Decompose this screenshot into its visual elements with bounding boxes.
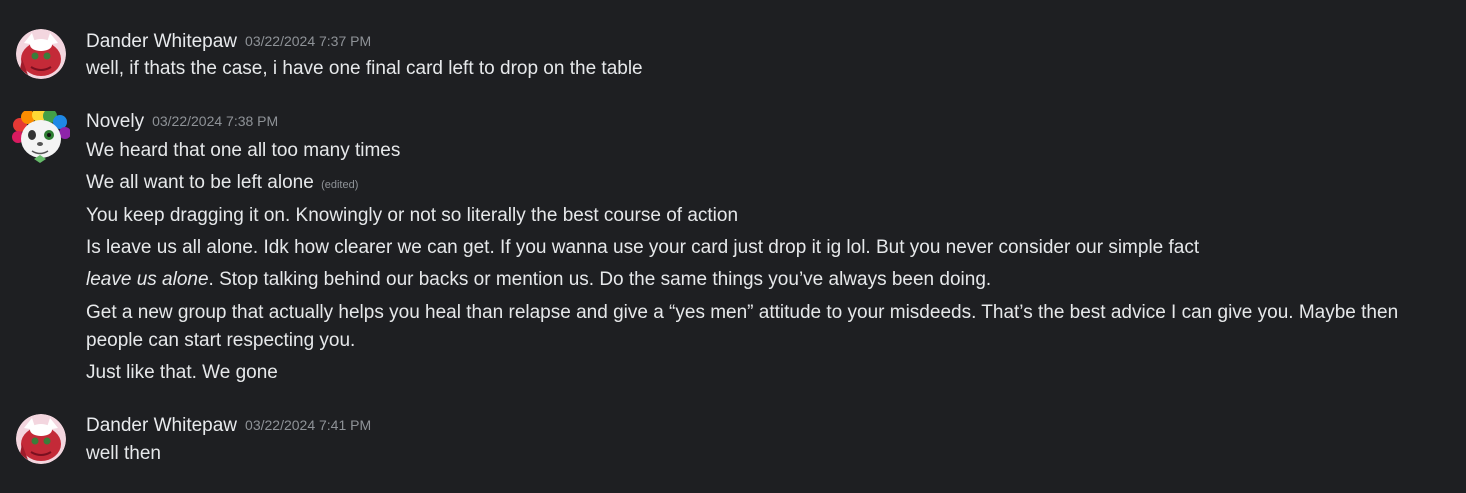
timestamp[interactable]: 03/22/2024 7:41 PM [245, 417, 371, 433]
red-dragon-avatar-icon [16, 29, 66, 79]
red-dragon-avatar-icon [16, 414, 66, 464]
message-text: Just like that. We gone [86, 362, 278, 383]
message-text-body: We all want to be left alone [86, 172, 314, 193]
username[interactable]: Dander Whitepaw [86, 415, 237, 436]
message-text: well then [86, 443, 161, 464]
rainbow-clown-avatar-icon [12, 111, 70, 163]
avatar[interactable] [16, 414, 66, 464]
username[interactable]: Dander Whitepaw [86, 31, 237, 52]
timestamp[interactable]: 03/22/2024 7:37 PM [245, 33, 371, 49]
message-header: Dander Whitepaw 03/22/2024 7:37 PM [86, 31, 371, 55]
timestamp[interactable]: 03/22/2024 7:38 PM [152, 113, 278, 129]
message-text: well, if thats the case, i have one fina… [86, 58, 643, 79]
username[interactable]: Novely [86, 111, 144, 132]
chat-message-list: Dander Whitepaw 03/22/2024 7:37 PM well, … [0, 0, 1466, 493]
message-text: Is leave us all alone. Idk how clearer w… [86, 237, 1200, 258]
message-text: leave us alone. Stop talking behind our … [86, 266, 1436, 294]
avatar[interactable] [12, 111, 70, 165]
message-text: We heard that one all too many times [86, 140, 401, 161]
message-header: Dander Whitepaw 03/22/2024 7:41 PM [86, 415, 371, 439]
message-text: We all want to be left alone (edited) [86, 169, 1436, 199]
avatar[interactable] [16, 29, 66, 79]
message-text-body: . Stop talking behind our backs or menti… [208, 269, 992, 290]
message-text: Get a new group that actually helps you … [86, 302, 1399, 351]
edited-label: (edited) [321, 179, 359, 191]
italic-emphasis: leave us alone [86, 269, 209, 290]
message-header: Novely 03/22/2024 7:38 PM [86, 111, 278, 135]
message-text: You keep dragging it on. Knowingly or no… [86, 205, 739, 226]
